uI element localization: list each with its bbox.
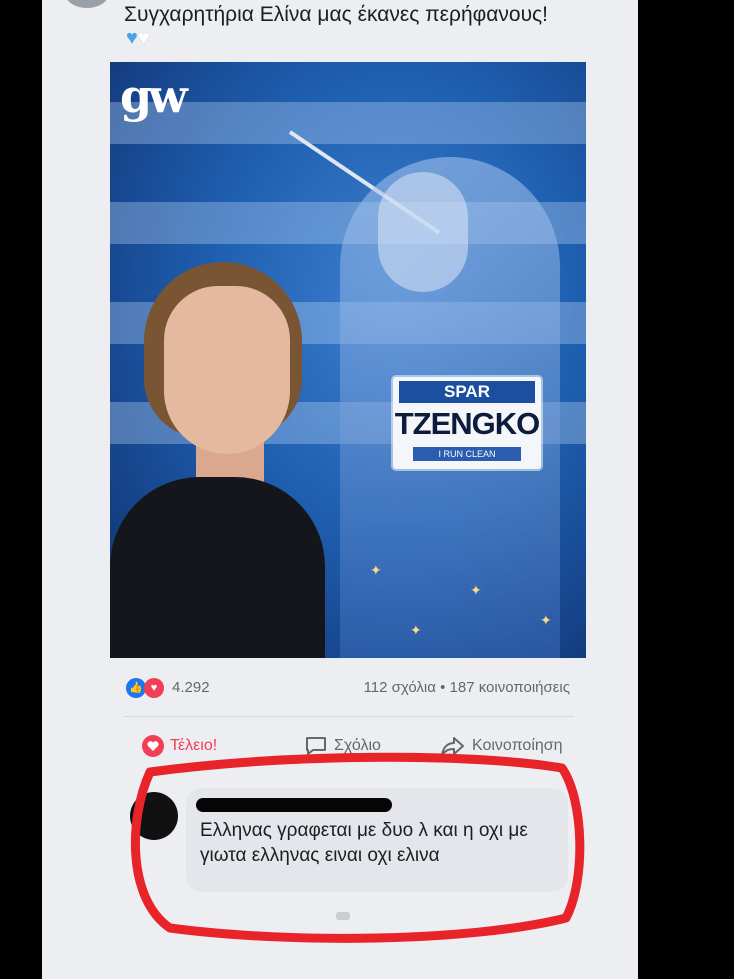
caption-emoji: ♥♥: [126, 27, 150, 49]
sparkle-icon: ✦: [540, 612, 552, 628]
athlete-head-graphic: [378, 172, 468, 292]
action-bar: Τέλειο! Σχόλιο Κοινοποίηση: [124, 730, 584, 762]
sparkle-icon: ✦: [370, 562, 382, 578]
comment-icon: [306, 736, 326, 755]
love-icon: ♥: [144, 678, 164, 698]
blue-heart-icon: ♥: [126, 27, 138, 49]
race-bib: SPAR TZENGKO I RUN CLEAN: [393, 377, 541, 469]
share-label: Κοινοποίηση: [472, 737, 563, 754]
athlete-portrait: [110, 262, 340, 658]
brand-logo: gw: [120, 69, 188, 123]
divider: [124, 716, 574, 717]
sparkle-icon: ✦: [410, 622, 422, 638]
comment-label: Σχόλιο: [334, 737, 381, 754]
comment-share-stats[interactable]: 112 σχόλια • 187 κοινοποιήσεις: [364, 676, 570, 700]
like-icon: 👍: [126, 678, 146, 698]
love-label: Τέλειο!: [170, 737, 218, 754]
reaction-count[interactable]: 4.292: [172, 676, 210, 700]
commenter-avatar[interactable]: [130, 792, 178, 840]
share-button[interactable]: Κοινοποίηση: [440, 730, 563, 762]
bib-tagline: I RUN CLEAN: [413, 447, 521, 461]
comment-text: Ελληνας γραφεται με δυο λ και η οχι με γ…: [200, 820, 528, 866]
reactions-summary[interactable]: 👍 ♥ 4.292 112 σχόλια • 187 κοινοποιήσεις: [124, 676, 574, 700]
post-caption: Συγχαρητήρια Ελίνα μας έκανες περήφανους…: [124, 3, 549, 26]
portrait-body: [110, 477, 325, 658]
bib-name: TZENGKO: [394, 406, 541, 441]
comment-button[interactable]: Σχόλιο: [304, 730, 381, 762]
redacted-commenter-name: [196, 798, 392, 812]
white-heart-icon: ♥: [137, 27, 150, 49]
bib-sponsor: SPAR: [399, 381, 535, 403]
sparkle-icon: ✦: [470, 582, 482, 598]
love-icon: [142, 734, 164, 757]
portrait-face: [164, 286, 290, 454]
love-reaction-button[interactable]: Τέλειο!: [142, 730, 217, 762]
share-icon: [441, 736, 464, 756]
comment-meta: [336, 912, 350, 920]
comment-bubble[interactable]: Ελληνας γραφεται με δυο λ και η οχι με γ…: [186, 788, 568, 892]
post-image[interactable]: gw SPAR TZENGKO I RUN CLEAN ✦ ✦ ✦ ✦: [110, 62, 586, 658]
